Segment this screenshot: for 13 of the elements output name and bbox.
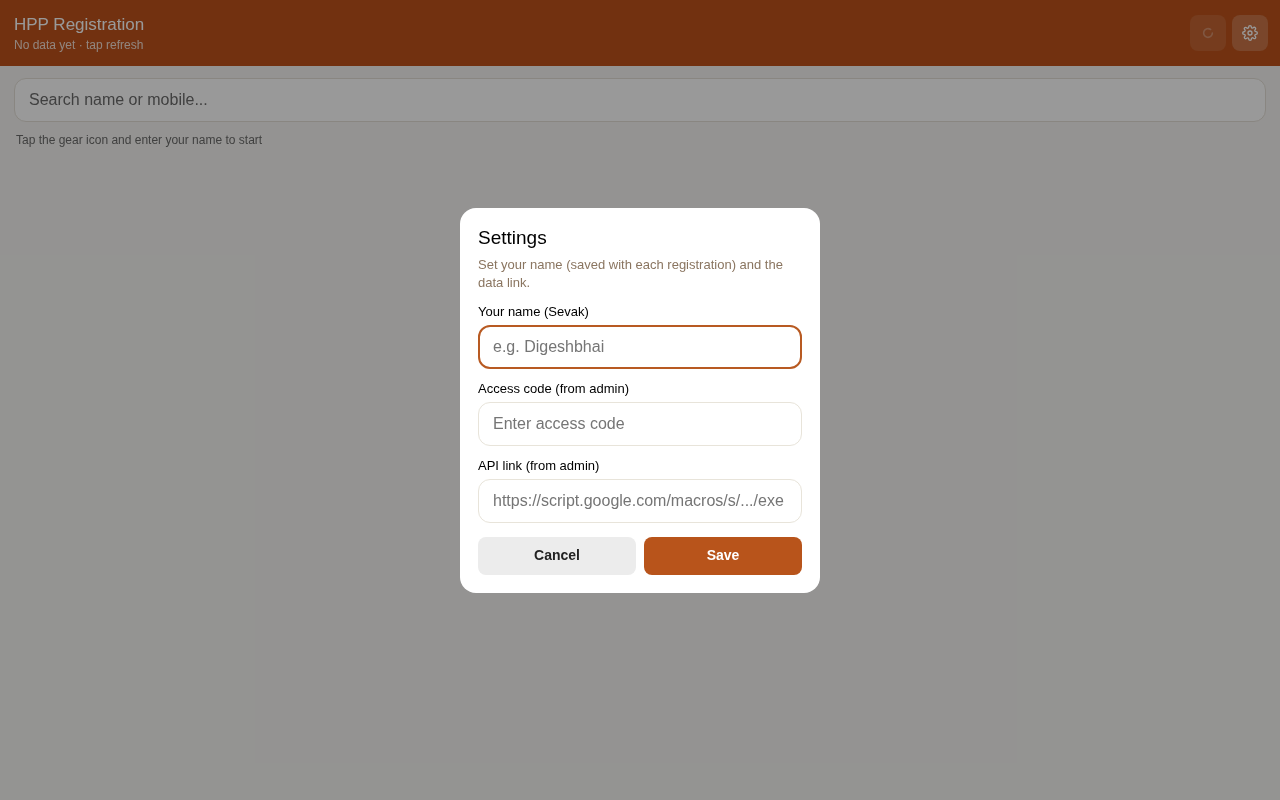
field-label: API link (from admin) <box>478 457 601 474</box>
cancel-button[interactable]: Cancel <box>478 536 636 575</box>
dialog-description: Set your name (saved with each registration) and the data link. <box>478 255 784 292</box>
dialog-title: Settings <box>478 225 548 250</box>
app-title: HPP Registration <box>14 14 145 36</box>
search-field[interactable]: Search name or mobile... <box>14 78 1266 122</box>
hint-text: Tap the gear icon and enter your name to start <box>16 132 264 149</box>
input-field[interactable]: e.g. Digeshbhai <box>478 324 802 369</box>
settings-icon <box>1242 25 1258 41</box>
field-label: Access code (from admin) <box>478 380 630 397</box>
save-button[interactable]: Save <box>644 536 802 575</box>
status-text: No data yet · tap refresh <box>14 37 145 53</box>
field-label: Your name (Sevak) <box>478 303 590 320</box>
